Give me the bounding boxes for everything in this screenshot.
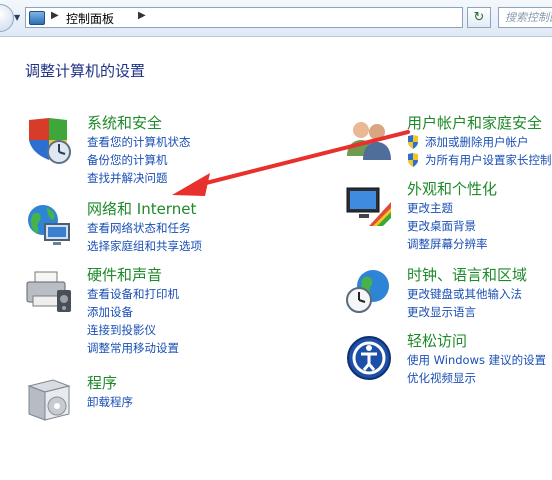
ease-of-access-icon [347,336,391,380]
category-title-network-internet[interactable]: 网络和 Internet [87,198,196,219]
category-title-system-security[interactable]: 系统和安全 [87,112,162,133]
search-input[interactable]: 搜索控制面板 [498,7,552,28]
history-dropdown-icon[interactable]: ▼ [14,14,20,22]
breadcrumb-control-panel[interactable]: 控制面板 [66,10,114,27]
link-windows-recommended-settings[interactable]: 使用 Windows 建议的设置 [407,351,546,369]
uac-shield-icon [408,153,418,167]
category-title-ease-of-access[interactable]: 轻松访问 [407,330,467,351]
link-parental-controls-label: 为所有用户设置家长控制 [425,153,552,167]
refresh-button[interactable]: ↻ [467,7,491,28]
control-panel-icon [29,11,45,25]
category-title-user-accounts[interactable]: 用户帐户和家庭安全 [407,112,542,133]
back-button[interactable] [0,4,14,32]
link-add-device[interactable]: 添加设备 [87,303,179,321]
category-title-appearance[interactable]: 外观和个性化 [407,178,497,199]
link-change-keyboard[interactable]: 更改键盘或其他输入法 [407,285,522,303]
link-screen-resolution[interactable]: 调整屏幕分辨率 [407,235,488,253]
security-shield-icon [29,118,71,164]
printer-icon [26,271,71,312]
link-change-theme[interactable]: 更改主题 [407,199,488,217]
link-view-computer-status[interactable]: 查看您的计算机状态 [87,133,191,151]
user-accounts-icon [347,122,391,160]
link-homegroup-sharing[interactable]: 选择家庭组和共享选项 [87,237,202,255]
link-change-display-language[interactable]: 更改显示语言 [407,303,522,321]
clock-globe-icon [346,270,389,313]
link-desktop-background[interactable]: 更改桌面背景 [407,217,488,235]
breadcrumb-separator-icon[interactable]: ▶ [138,10,146,21]
link-add-remove-users-label: 添加或删除用户帐户 [425,135,529,149]
page-title: 调整计算机的设置 [25,62,146,80]
link-uninstall-program[interactable]: 卸载程序 [87,393,133,411]
link-add-remove-users[interactable]: 添加或删除用户帐户 [407,133,552,151]
programs-box-icon [27,379,71,421]
refresh-icon: ↻ [473,10,485,25]
navigation-bar: ▼ ▶ 控制面板 ▶ ▼ ↻ 搜索控制面板 [0,0,552,37]
uac-shield-icon [408,135,418,149]
breadcrumb-separator-icon[interactable]: ▶ [51,10,59,21]
link-devices-printers[interactable]: 查看设备和打印机 [87,285,179,303]
network-globe-icon [28,205,70,245]
appearance-monitor-icon [346,187,391,226]
link-connect-projector[interactable]: 连接到投影仪 [87,321,179,339]
link-optimize-visual-display[interactable]: 优化视频显示 [407,369,546,387]
link-backup-computer[interactable]: 备份您的计算机 [87,151,191,169]
link-troubleshoot[interactable]: 查找并解决问题 [87,169,191,187]
link-mobility-settings[interactable]: 调整常用移动设置 [87,339,179,357]
category-title-clock-language-region[interactable]: 时钟、语言和区域 [407,264,527,285]
category-title-hardware-sound[interactable]: 硬件和声音 [87,264,162,285]
link-parental-controls[interactable]: 为所有用户设置家长控制 [407,151,552,169]
link-view-network-status[interactable]: 查看网络状态和任务 [87,219,202,237]
address-bar[interactable]: ▶ 控制面板 ▶ ▼ [25,7,474,28]
category-title-programs[interactable]: 程序 [87,372,117,393]
